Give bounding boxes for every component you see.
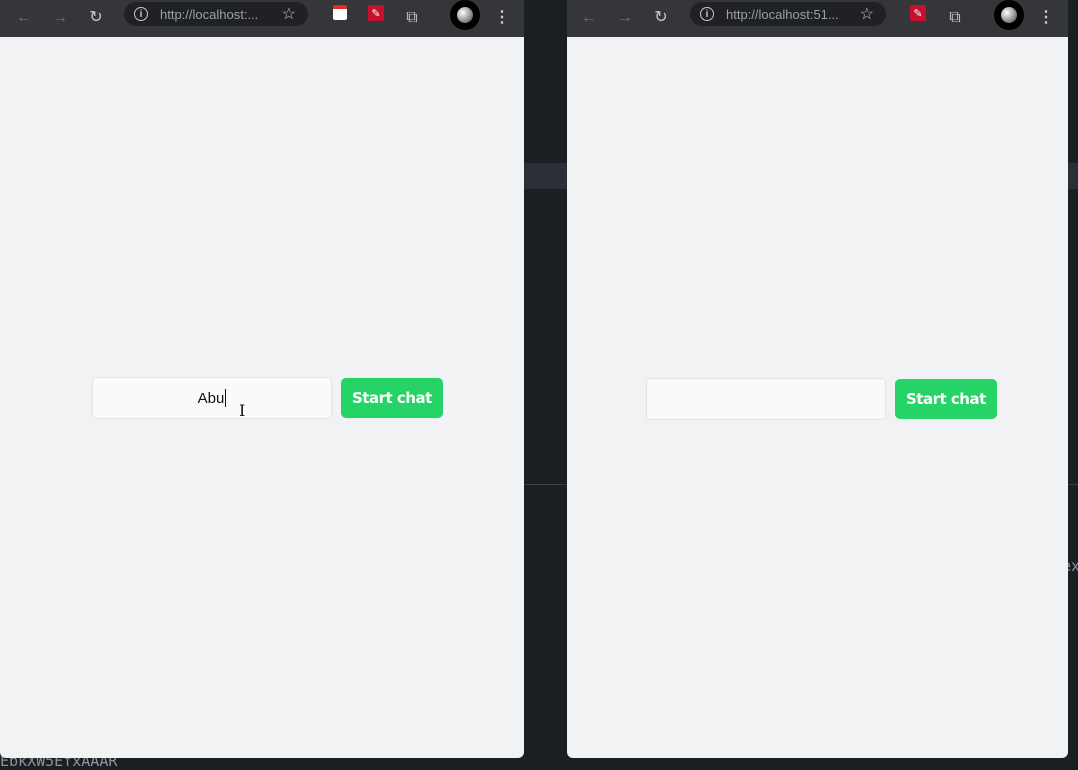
info-icon[interactable]: i [134, 7, 148, 21]
start-chat-form: Abu Start chat [92, 377, 443, 419]
arrow-left-icon[interactable]: ← [575, 4, 603, 32]
name-input-value: Abu [197, 389, 225, 407]
puzzle-icon[interactable]: ⧉ [398, 4, 426, 32]
name-input[interactable] [646, 378, 886, 420]
info-icon[interactable]: i [700, 7, 714, 21]
arrow-right-icon[interactable]: → [46, 4, 74, 32]
reload-icon[interactable]: ↻ [647, 4, 675, 32]
star-icon[interactable]: ☆ [282, 4, 296, 24]
profile-avatar[interactable] [994, 0, 1024, 30]
name-input[interactable]: Abu [92, 377, 332, 419]
url-text: http://localhost:51... [726, 6, 839, 22]
kebab-icon[interactable]: ⋮ [1032, 4, 1060, 32]
browser-window-right: ← → ↻ i http://localhost:51... ☆ ✎ ⧉ ⋮ S… [567, 0, 1068, 758]
calendar-extension-icon[interactable] [333, 5, 347, 20]
color-picker-extension-icon[interactable]: ✎ [368, 5, 384, 21]
url-text: http://localhost:... [160, 6, 259, 22]
star-icon[interactable]: ☆ [860, 4, 874, 24]
profile-avatar[interactable] [450, 0, 480, 30]
arrow-right-icon[interactable]: → [611, 4, 639, 32]
start-chat-button[interactable]: Start chat [341, 378, 443, 418]
browser-toolbar: ← → ↻ i http://localhost:51... ☆ ✎ ⧉ ⋮ [567, 0, 1068, 37]
start-chat-form: Start chat [646, 378, 997, 420]
arrow-left-icon[interactable]: ← [10, 4, 38, 32]
text-caret [225, 389, 227, 407]
browser-window-left: ← → ↻ i http://localhost:... ☆ ✎ ⧉ ⋮ Abu… [0, 0, 524, 758]
puzzle-icon[interactable]: ⧉ [941, 4, 969, 32]
address-bar[interactable]: i http://localhost:... ☆ [124, 2, 308, 26]
browser-toolbar: ← → ↻ i http://localhost:... ☆ ✎ ⧉ ⋮ [0, 0, 524, 37]
text-cursor-icon: I [239, 401, 246, 420]
color-picker-extension-icon[interactable]: ✎ [910, 5, 926, 21]
kebab-icon[interactable]: ⋮ [488, 4, 516, 32]
start-chat-button[interactable]: Start chat [895, 379, 997, 419]
address-bar[interactable]: i http://localhost:51... ☆ [690, 2, 886, 26]
reload-icon[interactable]: ↻ [82, 4, 110, 32]
